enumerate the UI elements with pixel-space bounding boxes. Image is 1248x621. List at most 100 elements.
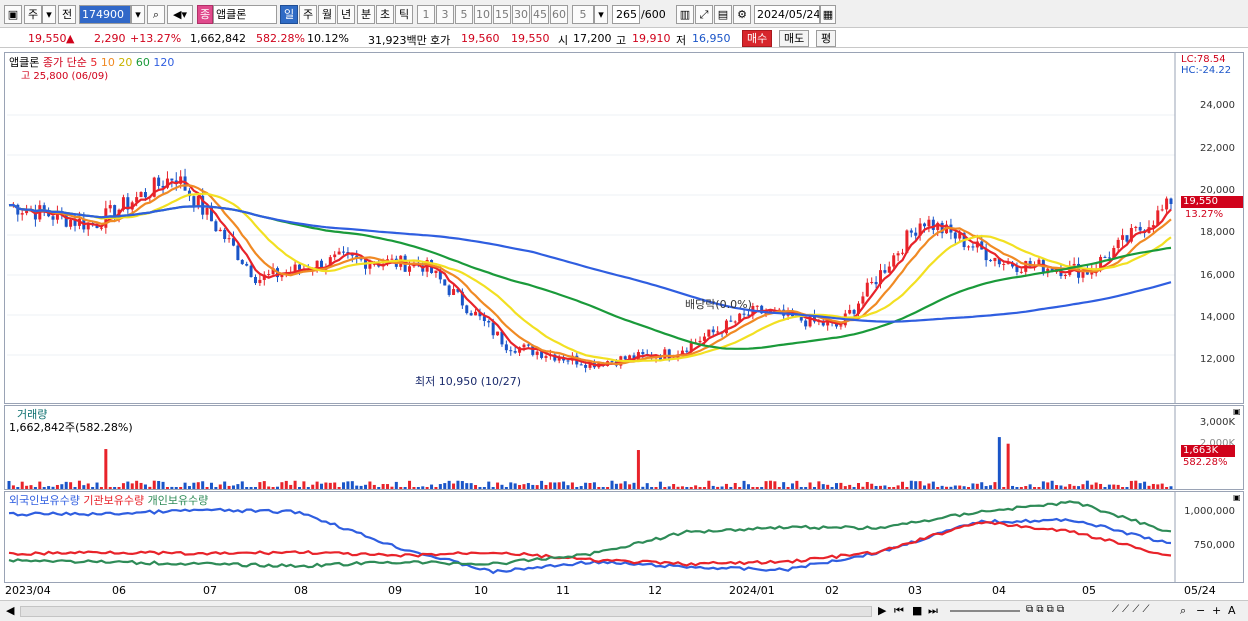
candle-body: [953, 232, 957, 239]
interval-input[interactable]: 5: [572, 5, 594, 24]
interval-45-button[interactable]: 45: [531, 5, 549, 24]
interval-1-button[interactable]: 1: [417, 5, 435, 24]
up-arrow-icon: ▲: [66, 32, 75, 45]
volume-bar: [1094, 482, 1098, 489]
volume-bar: [760, 487, 764, 489]
search-icon[interactable]: ⌕: [147, 5, 165, 24]
volume-bar: [636, 450, 640, 489]
volume-bar: [777, 487, 781, 489]
period-unit-select[interactable]: 주: [24, 5, 42, 24]
step-back-icon[interactable]: ⏮: [894, 604, 904, 618]
volume-bar: [328, 482, 332, 489]
draw-tool-icon[interactable]: ⤢: [695, 5, 713, 24]
x-tick: 2024/01: [729, 584, 775, 597]
candle-body: [623, 356, 627, 360]
zoom-icon[interactable]: ⌕: [1180, 604, 1186, 618]
chevron-down-icon[interactable]: ▾: [42, 5, 56, 24]
volume-bar: [482, 487, 486, 489]
volume-bar: [1112, 484, 1116, 489]
period-second-button[interactable]: 초: [376, 5, 394, 24]
scroll-track[interactable]: [20, 606, 872, 617]
candle-body: [1169, 198, 1173, 204]
period-year-button[interactable]: 년: [337, 5, 355, 24]
date-input[interactable]: 2024/05/24: [754, 5, 820, 24]
holdings-chart-pane[interactable]: 외국인보유수량 기관보유수량 개인보유수량 1,000,000 750,000 …: [4, 491, 1244, 583]
prev-button[interactable]: 전: [58, 5, 76, 24]
volume-bar: [672, 484, 676, 489]
volume-bar: [856, 483, 860, 489]
volume-bar: [201, 481, 205, 489]
price-chart-pane[interactable]: 앱클론 종가 단순 5 10 20 60 120 고 25,800 (06/09…: [4, 52, 1244, 404]
price-chart-svg: [7, 53, 1176, 403]
layout-icon[interactable]: ⧉ ⧉ ⧉ ⧉: [1026, 604, 1064, 615]
candle-body: [1072, 263, 1076, 266]
step-forward-icon[interactable]: ⏭: [928, 604, 938, 618]
scroll-right-icon[interactable]: ▶: [878, 604, 886, 617]
x-tick: 05/24: [1184, 584, 1216, 597]
count-input[interactable]: 265: [612, 5, 640, 24]
quote-bar: 19,550 ▲ 2,290 +13.27% 1,662,842 582.28%…: [0, 29, 1248, 48]
interval-15-button[interactable]: 15: [493, 5, 511, 24]
volume-bar: [275, 486, 279, 489]
interval-10-button[interactable]: 10: [474, 5, 492, 24]
font-size-icon[interactable]: A: [1228, 604, 1236, 617]
volume-chart-pane[interactable]: 거래량 1,662,842주(582.28%) 3,000K 2,000K 1,…: [4, 405, 1244, 490]
chevron-down-icon[interactable]: ▾: [594, 5, 608, 24]
volume-bar: [575, 487, 579, 489]
average-button[interactable]: 평: [816, 30, 837, 47]
buy-button[interactable]: 매수: [742, 30, 773, 47]
maximize-icon[interactable]: ▣: [1233, 493, 1241, 502]
volume-bar: [544, 484, 548, 489]
ma60-legend: 60: [135, 56, 150, 69]
volume-bar: [302, 481, 306, 489]
volume-bar: [267, 486, 271, 489]
sell-button[interactable]: 매도: [779, 30, 810, 47]
stock-code-input[interactable]: 174900: [79, 5, 131, 24]
period-month-button[interactable]: 월: [318, 5, 336, 24]
gear-icon[interactable]: ⚙: [733, 5, 751, 24]
volume-bar: [940, 485, 944, 489]
candle-body: [368, 264, 372, 269]
interval-60-button[interactable]: 60: [550, 5, 568, 24]
interval-5-button[interactable]: 5: [455, 5, 473, 24]
stop-icon[interactable]: ■: [912, 604, 922, 617]
period-tick-button[interactable]: 틱: [395, 5, 413, 24]
stock-name-field[interactable]: 앱클론: [213, 5, 277, 24]
volume-bar: [711, 485, 715, 489]
maximize-icon[interactable]: ▣: [1233, 407, 1241, 416]
candle-body: [491, 322, 495, 336]
candle-body: [192, 196, 196, 207]
chart-layout-icon[interactable]: ▣: [4, 5, 22, 24]
calendar-icon[interactable]: ▦: [820, 5, 836, 24]
zoom-in-icon[interactable]: +: [1212, 604, 1221, 617]
period-minute-button[interactable]: 분: [357, 5, 375, 24]
candle-body: [967, 246, 971, 248]
interval-3-button[interactable]: 3: [436, 5, 454, 24]
x-tick: 08: [294, 584, 308, 597]
period-week-button[interactable]: 주: [299, 5, 317, 24]
volume-bar: [566, 485, 570, 489]
interval-30-button[interactable]: 30: [512, 5, 530, 24]
volume-bar: [1134, 480, 1138, 489]
volume-bar: [1103, 487, 1107, 489]
sound-icon[interactable]: ◀▾: [167, 5, 193, 24]
save-icon[interactable]: ▤: [714, 5, 732, 24]
period-day-button[interactable]: 일: [280, 5, 298, 24]
volume-bar: [139, 482, 143, 489]
zoom-out-icon[interactable]: −: [1196, 604, 1205, 617]
volume-bar: [1019, 487, 1023, 489]
candle-body: [1116, 239, 1120, 248]
volume-bar: [518, 484, 522, 489]
chevron-down-icon[interactable]: ▾: [131, 5, 145, 24]
volume-bar: [980, 482, 984, 489]
volume-bar: [1143, 481, 1147, 489]
draw-line-icon[interactable]: ⟋ ⟋ ⟋ ⟋: [1112, 604, 1150, 615]
scroll-left-icon[interactable]: ◀: [6, 604, 14, 617]
candle-body: [610, 361, 614, 363]
volume-bar: [91, 487, 95, 489]
zoom-slider[interactable]: [950, 610, 1020, 612]
volume-bar: [214, 487, 218, 489]
candle-type-icon[interactable]: ▥: [676, 5, 694, 24]
volume-bar: [773, 481, 777, 489]
volume-bar: [496, 482, 500, 489]
